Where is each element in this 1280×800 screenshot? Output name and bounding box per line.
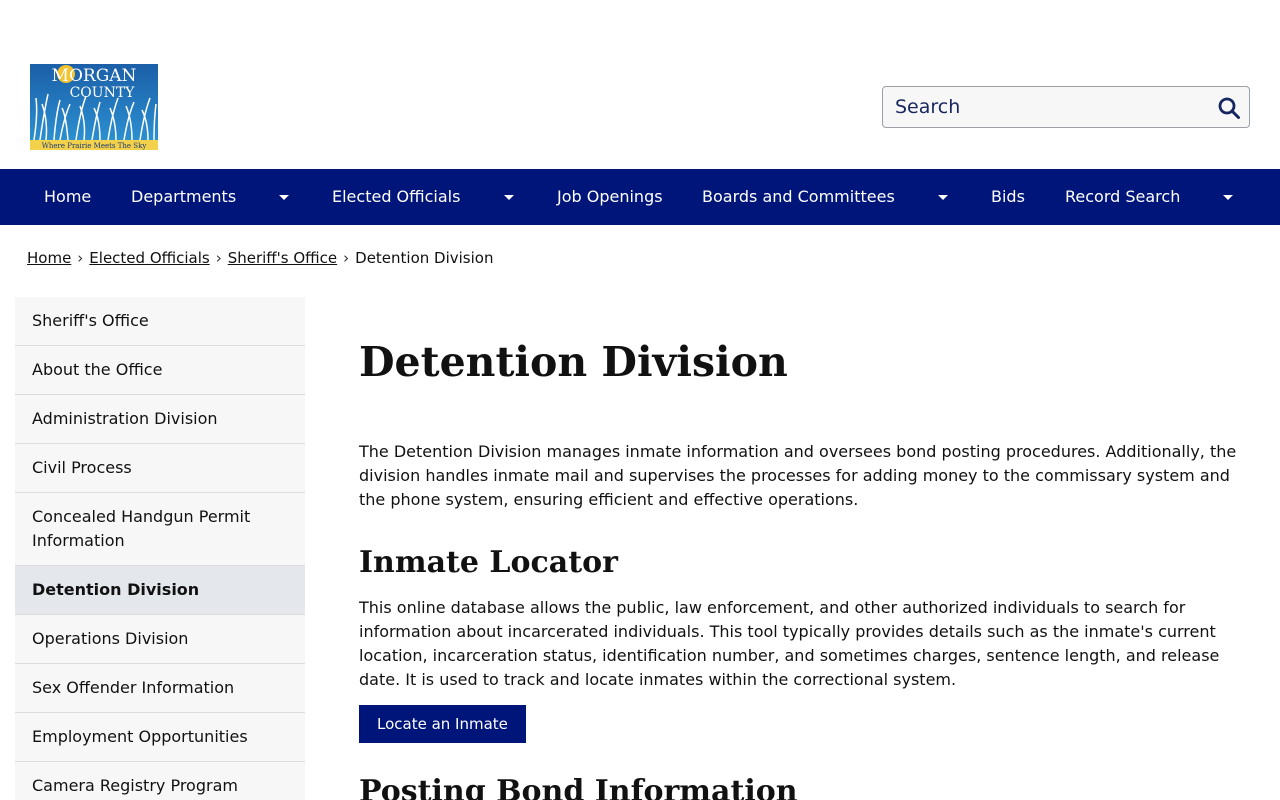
- logo-title-2: COUNTY: [70, 85, 136, 101]
- main-nav: Home Departments Elected Officials Job O…: [0, 169, 1280, 225]
- breadcrumb-separator: ›: [215, 249, 222, 267]
- locate-inmate-button[interactable]: Locate an Inmate: [359, 705, 526, 743]
- elected-officials-caret-icon[interactable]: [499, 169, 519, 225]
- sidebar-item-about-the-office[interactable]: About the Office: [15, 346, 305, 395]
- sidebar-item-sheriffs-office[interactable]: Sheriff's Office: [15, 297, 305, 346]
- sidebar-item-concealed-handgun-permit[interactable]: Concealed Handgun Permit Information: [15, 493, 305, 566]
- sidebar-item-civil-process[interactable]: Civil Process: [15, 444, 305, 493]
- boards-caret-icon[interactable]: [933, 169, 953, 225]
- record-search-caret-icon[interactable]: [1218, 169, 1238, 225]
- nav-boards-and-committees[interactable]: Boards and Committees: [702, 169, 895, 225]
- logo-title-1: MORGAN: [52, 66, 137, 86]
- nav-elected-officials[interactable]: Elected Officials: [332, 169, 460, 225]
- nav-home[interactable]: Home: [44, 169, 91, 225]
- search-icon[interactable]: [1217, 96, 1241, 120]
- breadcrumb-elected-officials[interactable]: Elected Officials: [89, 249, 209, 267]
- search-box: [882, 86, 1250, 128]
- breadcrumb-home[interactable]: Home: [27, 249, 71, 267]
- search-input[interactable]: [883, 87, 1203, 127]
- sidebar-item-administration-division[interactable]: Administration Division: [15, 395, 305, 444]
- main-content: Detention Division The Detention Divisio…: [359, 330, 1249, 800]
- sidebar-item-detention-division[interactable]: Detention Division: [15, 566, 305, 615]
- posting-bond-heading: Posting Bond Information: [359, 774, 798, 800]
- nav-record-search[interactable]: Record Search: [1065, 169, 1180, 225]
- sidebar-nav: Sheriff's Office About the Office Admini…: [15, 297, 305, 800]
- breadcrumb-sheriffs-office[interactable]: Sheriff's Office: [228, 249, 337, 267]
- breadcrumb-current: Detention Division: [355, 249, 494, 267]
- nav-bids[interactable]: Bids: [991, 169, 1025, 225]
- page-title: Detention Division: [359, 338, 788, 386]
- inmate-locator-heading: Inmate Locator: [359, 545, 618, 580]
- sidebar-item-camera-registry-program[interactable]: Camera Registry Program: [15, 762, 305, 800]
- logo-tagline: Where Prairie Meets The Sky: [42, 142, 147, 150]
- nav-job-openings[interactable]: Job Openings: [557, 169, 663, 225]
- site-header: MORGAN COUNTY Where Prairie Meets The Sk…: [0, 0, 1280, 169]
- sidebar-item-sex-offender-information[interactable]: Sex Offender Information: [15, 664, 305, 713]
- departments-caret-icon[interactable]: [274, 169, 294, 225]
- breadcrumb-separator: ›: [77, 249, 84, 267]
- intro-paragraph: The Detention Division manages inmate in…: [359, 442, 1237, 509]
- sidebar-item-operations-division[interactable]: Operations Division: [15, 615, 305, 664]
- nav-departments[interactable]: Departments: [131, 169, 236, 225]
- county-logo[interactable]: MORGAN COUNTY Where Prairie Meets The Sk…: [30, 64, 158, 150]
- inmate-locator-paragraph: This online database allows the public, …: [359, 598, 1220, 689]
- sidebar-item-employment-opportunities[interactable]: Employment Opportunities: [15, 713, 305, 762]
- breadcrumb-separator: ›: [343, 249, 350, 267]
- breadcrumb: Home › Elected Officials › Sheriff's Office ›…: [27, 249, 493, 269]
